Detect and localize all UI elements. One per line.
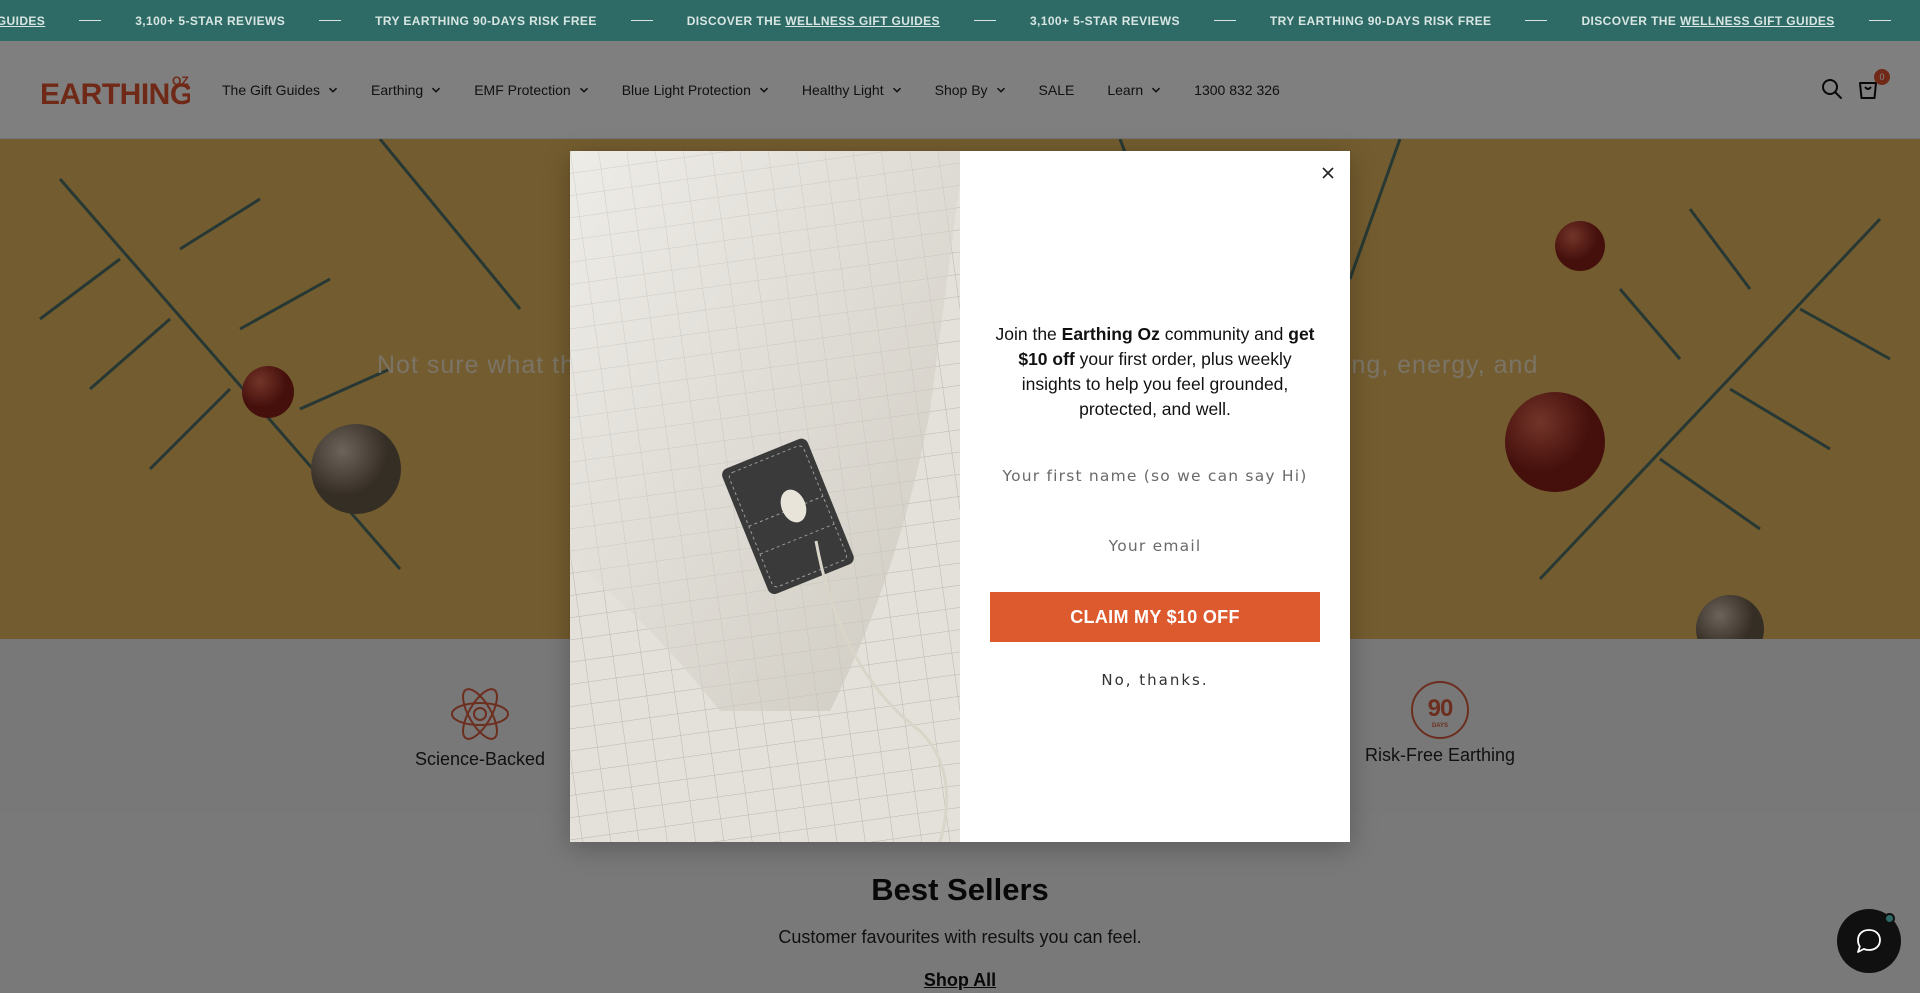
announcement-item[interactable]: DISCOVER THE WELLNESS GIFT GUIDES [1581, 14, 1834, 28]
email-field[interactable] [990, 524, 1320, 568]
announcement-separator [1525, 20, 1548, 21]
announcement-separator [1868, 20, 1891, 21]
announcement-text: DISCOVER THE [1581, 13, 1681, 28]
announcement-text: TRY EARTHING 90-DAYS RISK FREE [375, 13, 597, 28]
announcement-item: 3,100+ 5-STAR REVIEWS [1030, 14, 1180, 28]
close-icon [1322, 167, 1334, 179]
announcement-text: DISCOVER THE [686, 13, 786, 28]
announcement-link[interactable]: S GIFT GUIDES [0, 14, 45, 28]
announcement-separator [79, 20, 102, 21]
announcement-item[interactable]: S GIFT GUIDES [0, 14, 45, 28]
brand-name: Earthing Oz [1061, 324, 1160, 344]
announcement-link[interactable]: WELLNESS GIFT GUIDES [785, 14, 940, 28]
signup-form: Join the Earthing Oz community and get $… [960, 151, 1350, 842]
no-thanks-link[interactable]: No, thanks. [960, 671, 1350, 689]
copy-part: community and [1159, 324, 1289, 344]
announcement-item[interactable]: DISCOVER THE WELLNESS GIFT GUIDES [687, 14, 940, 28]
first-name-field[interactable] [990, 454, 1320, 498]
signup-modal: Join the Earthing Oz community and get $… [570, 151, 1350, 842]
close-modal-button[interactable] [1316, 161, 1340, 185]
announcement-bar: S GIFT GUIDES 3,100+ 5-STAR REVIEWS TRY EA… [0, 0, 1920, 41]
grounding-sheet-image [570, 151, 960, 842]
announcement-separator [973, 20, 996, 21]
copy-part: Join the [995, 324, 1062, 344]
announcement-item: TRY EARTHING 90-DAYS RISK FREE [375, 14, 597, 28]
chat-bubble-icon [1857, 929, 1881, 953]
chat-launcher-button[interactable] [1837, 909, 1901, 973]
announcement-separator [319, 20, 342, 21]
announcement-link[interactable]: WELLNESS GIFT GUIDES [1680, 14, 1835, 28]
announcement-text: TRY EARTHING 90-DAYS RISK FREE [1269, 13, 1492, 28]
claim-discount-button[interactable]: CLAIM MY $10 OFF [990, 592, 1320, 642]
announcement-item: 3,100+ 5-STAR REVIEWS [135, 14, 285, 28]
announcement-track: S GIFT GUIDES 3,100+ 5-STAR REVIEWS TRY EA… [0, 0, 1920, 41]
signup-offer-text: Join the Earthing Oz community and get $… [988, 322, 1322, 422]
online-status-dot [1884, 913, 1895, 924]
announcement-separator [630, 20, 653, 21]
announcement-text: 3,100+ 5-STAR REVIEWS [1029, 13, 1180, 28]
announcement-separator [1213, 20, 1236, 21]
announcement-item: TRY EARTHING 90-DAYS RISK FREE [1270, 14, 1492, 28]
announcement-text: 3,100+ 5-STAR REVIEWS [135, 13, 286, 28]
